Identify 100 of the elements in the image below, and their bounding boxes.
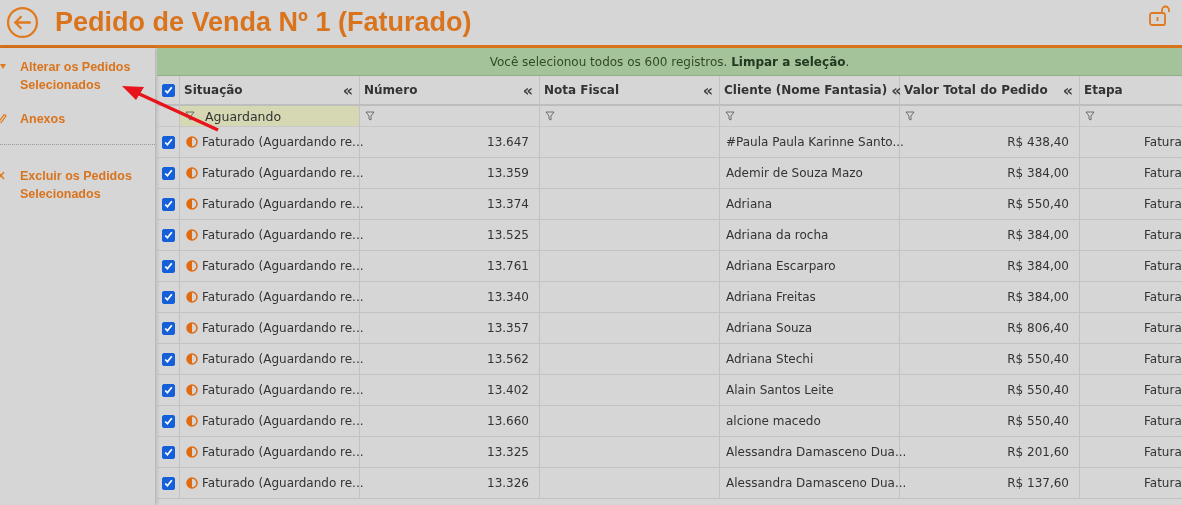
table-cell: Faturado (Aguardando re...	[202, 476, 364, 490]
row-checkbox[interactable]	[161, 321, 175, 335]
row-checkbox[interactable]	[161, 414, 175, 428]
filter-icon[interactable]	[905, 111, 915, 121]
paperclip-icon	[0, 114, 8, 124]
row-checkbox[interactable]	[161, 135, 175, 149]
table-cell: R$ 137,60	[1007, 476, 1069, 490]
table-cell: R$ 384,00	[1007, 166, 1069, 180]
filter-icon[interactable]	[365, 111, 375, 121]
half-circle-icon	[186, 477, 198, 489]
row-checkbox[interactable]	[161, 259, 175, 273]
table-cell: R$ 384,00	[1007, 259, 1069, 273]
table-cell: Faturado (Aguardando re...	[202, 414, 364, 428]
table-cell: Fatura	[1144, 414, 1182, 428]
collapse-icon[interactable]: «	[342, 80, 353, 100]
collapse-icon[interactable]: «	[522, 80, 533, 100]
row-checkbox[interactable]	[161, 383, 175, 397]
table-cell: Fatura	[1144, 259, 1182, 273]
half-circle-icon	[186, 136, 198, 148]
table-cell: 13.761	[487, 259, 529, 273]
column-header[interactable]: Número	[364, 83, 519, 97]
column-header[interactable]: Valor Total do Pedido	[904, 83, 1059, 97]
half-circle-icon	[186, 384, 198, 396]
table-cell: 13.340	[487, 290, 529, 304]
row-checkbox[interactable]	[161, 228, 175, 242]
table-cell: Fatura	[1144, 352, 1182, 366]
table-cell: Adriana Freitas	[726, 290, 816, 304]
table-cell: R$ 438,40	[1007, 135, 1069, 149]
half-circle-icon	[186, 415, 198, 427]
selection-message: Você selecionou todos os 600 registros. Limpar a seleção.	[489, 54, 850, 69]
row-checkbox[interactable]	[161, 166, 175, 180]
table-cell: Fatura	[1144, 197, 1182, 211]
table-cell: R$ 550,40	[1007, 197, 1069, 211]
collapse-icon[interactable]: «	[891, 80, 902, 100]
half-circle-icon	[186, 353, 198, 365]
table-cell: R$ 384,00	[1007, 290, 1069, 304]
table-cell: 13.647	[487, 135, 529, 149]
table-cell: Faturado (Aguardando re...	[202, 290, 364, 304]
table-cell: #Paula Paula Karinne Santo...	[726, 135, 904, 149]
half-circle-icon	[186, 260, 198, 272]
table-cell: Fatura	[1144, 290, 1182, 304]
table-cell: Adriana Escarparo	[726, 259, 836, 273]
table-cell: Faturado (Aguardando re...	[202, 383, 364, 397]
table-cell: 13.660	[487, 414, 529, 428]
filter-icon[interactable]	[545, 111, 555, 121]
half-circle-icon	[186, 198, 198, 210]
close-icon	[0, 171, 8, 181]
table-cell: 13.326	[487, 476, 529, 490]
table-cell: 13.562	[487, 352, 529, 366]
select-all-checkbox[interactable]	[161, 83, 175, 97]
table-cell: Faturado (Aguardando re...	[202, 135, 364, 149]
table-cell: R$ 806,40	[1007, 321, 1069, 335]
filter-icon[interactable]	[725, 111, 735, 121]
table-cell: Faturado (Aguardando re...	[202, 166, 364, 180]
table-cell: Fatura	[1144, 166, 1182, 180]
table-cell: 13.525	[487, 228, 529, 242]
table-cell: Adriana da rocha	[726, 228, 829, 242]
table-cell: Fatura	[1144, 476, 1182, 490]
table-cell: Faturado (Aguardando re...	[202, 352, 364, 366]
table-cell: 13.374	[487, 197, 529, 211]
page-title: Pedido de Venda Nº 1 (Faturado)	[55, 7, 473, 38]
table-cell: Faturado (Aguardando re...	[202, 259, 364, 273]
column-header[interactable]: Etapa	[1084, 83, 1182, 97]
filter-icon[interactable]	[1085, 111, 1095, 121]
column-header[interactable]: Situação	[184, 83, 339, 97]
half-circle-icon	[186, 291, 198, 303]
row-checkbox[interactable]	[161, 352, 175, 366]
table-cell: Fatura	[1144, 228, 1182, 242]
row-checkbox[interactable]	[161, 445, 175, 459]
table-cell: Faturado (Aguardando re...	[202, 228, 364, 242]
table-cell: Adriana	[726, 197, 773, 211]
table-cell: Adriana Souza	[726, 321, 813, 335]
row-checkbox[interactable]	[161, 290, 175, 304]
table-cell: Adriana Stechi	[726, 352, 814, 366]
filter-icon[interactable]	[185, 111, 195, 121]
table-cell: Faturado (Aguardando re...	[202, 321, 364, 335]
table-cell: 13.359	[487, 166, 529, 180]
table-cell: Fatura	[1144, 321, 1182, 335]
half-circle-icon	[186, 446, 198, 458]
collapse-icon[interactable]: «	[702, 80, 713, 100]
column-header[interactable]: Cliente (Nome Fantasia)	[724, 83, 888, 97]
table-cell: R$ 384,00	[1007, 228, 1069, 242]
half-circle-icon	[186, 167, 198, 179]
table-cell: R$ 201,60	[1007, 445, 1069, 459]
table-cell: R$ 550,40	[1007, 352, 1069, 366]
table-cell: Fatura	[1144, 135, 1182, 149]
row-checkbox[interactable]	[161, 476, 175, 490]
collapse-icon[interactable]: «	[1062, 80, 1073, 100]
table-cell: Fatura	[1144, 445, 1182, 459]
table-cell: Ademir de Souza Mazo	[726, 166, 863, 180]
table-cell: R$ 550,40	[1007, 414, 1069, 428]
half-circle-icon	[186, 229, 198, 241]
table-cell: R$ 550,40	[1007, 383, 1069, 397]
row-checkbox[interactable]	[161, 197, 175, 211]
table-cell: 13.325	[487, 445, 529, 459]
table-cell: Alessandra Damasceno Dua...	[726, 445, 907, 459]
column-header[interactable]: Nota Fiscal	[544, 83, 699, 97]
table-cell: Alain Santos Leite	[726, 383, 834, 397]
table-cell: Faturado (Aguardando re...	[202, 197, 364, 211]
table-cell: 13.402	[487, 383, 529, 397]
